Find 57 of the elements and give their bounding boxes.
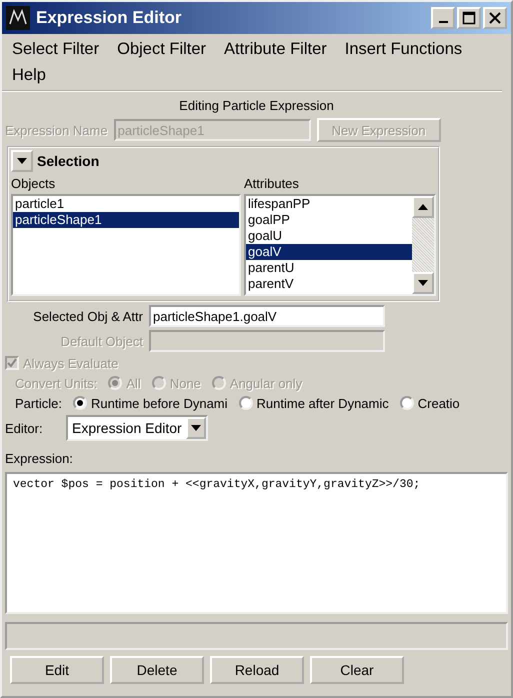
down-arrow-icon <box>418 280 428 286</box>
radio-label: Creatio <box>418 396 460 410</box>
field-label: Expression Name <box>5 122 108 138</box>
action-button[interactable]: Delete <box>110 656 204 684</box>
expression-label: Expression: <box>5 451 74 466</box>
checkbox-label: Always Evaluate <box>23 356 118 370</box>
field-label: Default Object <box>60 334 143 348</box>
triangle-icon <box>17 157 27 165</box>
action-button[interactable]: Clear <box>310 656 404 684</box>
radio-label: Runtime after Dynamic <box>256 396 389 410</box>
action-button[interactable]: Edit <box>10 656 104 684</box>
list-item[interactable]: parentU <box>246 260 412 276</box>
menu-item[interactable]: Help <box>12 62 46 88</box>
action-button[interactable]: Reload <box>210 656 304 684</box>
list-item[interactable]: goalV <box>246 244 412 260</box>
radio-label: Runtime before Dynami <box>90 396 228 410</box>
window-title: Expression Editor <box>36 8 182 28</box>
menu-item[interactable]: Select Filter <box>12 36 100 62</box>
radio-group-label: Convert Units: <box>15 376 98 390</box>
radio-label: All <box>126 376 141 390</box>
list-label: Attributes <box>244 176 300 191</box>
minimize-icon <box>438 21 448 23</box>
radio-group-label: Particle: <box>15 396 62 410</box>
editor-heading: Editing Particle Expression <box>178 97 335 115</box>
list-item[interactable]: particleShape1 <box>13 212 239 228</box>
expression-editor-field[interactable]: vector $pos = position + <<gravityX,gravityY,gravityZ>>/30; <box>5 472 508 614</box>
dropdown-arrow-icon <box>190 425 201 431</box>
scroll-up-button[interactable] <box>412 196 434 218</box>
up-arrow-icon <box>418 204 428 210</box>
selected-attribute-field[interactable]: particleShape1.goalV <box>149 305 385 327</box>
radio-button[interactable] <box>400 396 414 410</box>
list-item[interactable]: lifespanPP <box>246 196 412 212</box>
maximize-icon <box>462 11 476 25</box>
menu-item[interactable]: Insert Functions <box>344 36 462 62</box>
logo-icon <box>6 6 30 30</box>
list-item[interactable]: goalPP <box>246 212 412 228</box>
menu-item[interactable]: Attribute Filter <box>224 36 327 62</box>
close-icon <box>488 11 502 25</box>
editor-dropdown[interactable]: Expression Editor <box>66 415 208 441</box>
radio-button[interactable] <box>72 396 87 410</box>
scrollbar[interactable] <box>412 196 434 294</box>
field-label: Selected Obj & Attr <box>32 308 143 324</box>
dropdown-label: Editor: <box>5 420 44 436</box>
radio-label: None <box>170 376 201 390</box>
menu-item[interactable]: Object Filter <box>117 36 206 62</box>
minimize-button[interactable] <box>431 7 455 29</box>
radio-button[interactable] <box>238 396 253 410</box>
list-label: Objects <box>11 176 56 191</box>
list-item[interactable]: particle1 <box>13 196 239 212</box>
list-item[interactable]: goalU <box>246 228 412 244</box>
section-title: Selection <box>37 153 100 169</box>
list-item[interactable]: parentV <box>246 276 412 292</box>
radio-label: Angular only <box>230 376 302 390</box>
scroll-down-button[interactable] <box>412 272 434 294</box>
maximize-button[interactable] <box>457 7 481 29</box>
collapse-toggle[interactable] <box>11 150 33 172</box>
close-button[interactable] <box>483 7 507 29</box>
